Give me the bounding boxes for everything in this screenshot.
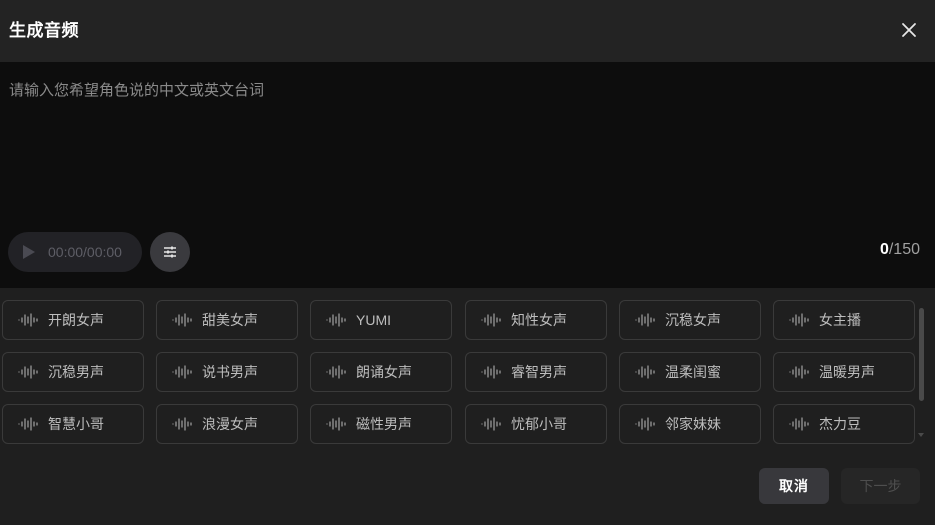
script-input[interactable]	[0, 62, 935, 222]
voice-option[interactable]: 智慧小哥	[2, 404, 144, 444]
voice-option[interactable]: 温暖男声	[773, 352, 915, 392]
voice-label: 温暖男声	[819, 364, 875, 380]
audio-player[interactable]: 00:00/00:00	[8, 232, 142, 272]
voice-label: 杰力豆	[819, 416, 861, 432]
dialog-title: 生成音频	[9, 21, 79, 40]
dialog-header: 生成音频	[0, 0, 935, 62]
voice-list-scrollbar[interactable]	[919, 308, 924, 401]
waveform-icon	[172, 313, 192, 327]
voice-option[interactable]: 磁性男声	[310, 404, 452, 444]
voice-label: 磁性男声	[356, 416, 412, 432]
voice-option[interactable]: 朗诵女声	[310, 352, 452, 392]
close-icon	[902, 23, 916, 37]
close-button[interactable]	[897, 18, 921, 42]
scroll-down-arrow-icon[interactable]	[918, 433, 924, 437]
voice-label: 忧郁小哥	[511, 416, 567, 432]
waveform-icon	[635, 365, 655, 379]
voice-grid: 开朗女声 甜美女声 YUMI 知性女声 沉稳女声 女主播 沉稳男声 说书男声 朗…	[2, 300, 916, 444]
voice-label: 开朗女声	[48, 312, 104, 328]
character-counter: 0/150	[880, 241, 920, 259]
voice-label: 甜美女声	[202, 312, 258, 328]
sliders-icon	[164, 246, 176, 258]
text-editor-area: 00:00/00:00 0/150	[0, 62, 935, 288]
cancel-button[interactable]: 取消	[759, 468, 829, 504]
voice-label: 沉稳男声	[48, 364, 104, 380]
voice-option[interactable]: 女主播	[773, 300, 915, 340]
voice-label: 说书男声	[202, 364, 258, 380]
next-step-button[interactable]: 下一步	[841, 468, 920, 504]
voice-option[interactable]: 沉稳女声	[619, 300, 761, 340]
voice-option[interactable]: 忧郁小哥	[465, 404, 607, 444]
voice-selector: 开朗女声 甜美女声 YUMI 知性女声 沉稳女声 女主播 沉稳男声 说书男声 朗…	[0, 288, 935, 448]
waveform-icon	[789, 417, 809, 431]
voice-label: 沉稳女声	[665, 312, 721, 328]
play-icon[interactable]	[22, 244, 36, 260]
voice-label: 睿智男声	[511, 364, 567, 380]
waveform-icon	[481, 313, 501, 327]
waveform-icon	[326, 313, 346, 327]
waveform-icon	[789, 313, 809, 327]
voice-label: 朗诵女声	[356, 364, 412, 380]
waveform-icon	[635, 313, 655, 327]
character-limit: /150	[888, 241, 920, 258]
playback-time: 00:00/00:00	[48, 244, 122, 260]
voice-option[interactable]: 温柔闺蜜	[619, 352, 761, 392]
voice-option[interactable]: 开朗女声	[2, 300, 144, 340]
voice-label: YUMI	[356, 312, 391, 328]
waveform-icon	[18, 417, 38, 431]
voice-option[interactable]: YUMI	[310, 300, 452, 340]
voice-option[interactable]: 睿智男声	[465, 352, 607, 392]
voice-label: 温柔闺蜜	[665, 364, 721, 380]
waveform-icon	[172, 365, 192, 379]
voice-label: 浪漫女声	[202, 416, 258, 432]
waveform-icon	[326, 417, 346, 431]
voice-settings-button[interactable]	[150, 232, 190, 272]
voice-option[interactable]: 杰力豆	[773, 404, 915, 444]
waveform-icon	[481, 417, 501, 431]
character-count: 0	[879, 241, 889, 258]
waveform-icon	[18, 365, 38, 379]
voice-option[interactable]: 浪漫女声	[156, 404, 298, 444]
waveform-icon	[481, 365, 501, 379]
generate-audio-dialog: 生成音频 00:00/00:00 0/150 开朗女声 甜美女声 YUMI	[0, 0, 935, 525]
waveform-icon	[18, 313, 38, 327]
voice-label: 知性女声	[511, 312, 567, 328]
waveform-icon	[635, 417, 655, 431]
voice-option[interactable]: 邻家妹妹	[619, 404, 761, 444]
voice-label: 女主播	[819, 312, 861, 328]
voice-label: 智慧小哥	[48, 416, 104, 432]
voice-option[interactable]: 知性女声	[465, 300, 607, 340]
waveform-icon	[172, 417, 192, 431]
voice-label: 邻家妹妹	[665, 416, 721, 432]
waveform-icon	[789, 365, 809, 379]
waveform-icon	[326, 365, 346, 379]
voice-option[interactable]: 说书男声	[156, 352, 298, 392]
voice-option[interactable]: 沉稳男声	[2, 352, 144, 392]
voice-option[interactable]: 甜美女声	[156, 300, 298, 340]
